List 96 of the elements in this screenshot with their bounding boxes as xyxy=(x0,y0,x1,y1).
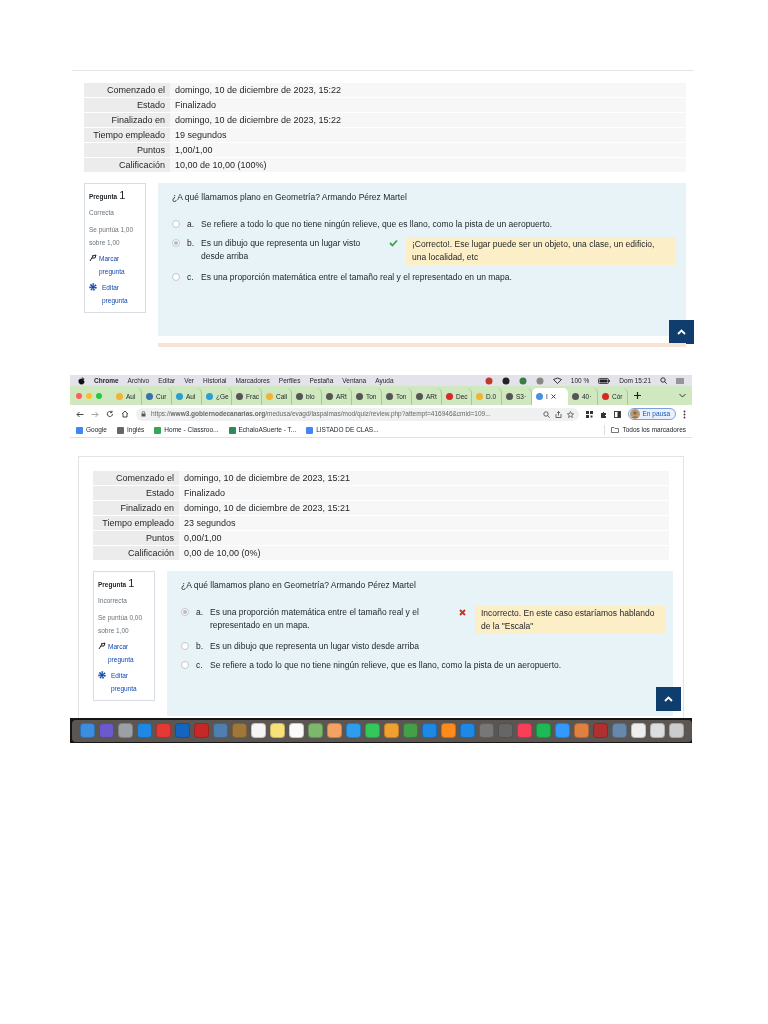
chevron-up-icon xyxy=(677,329,686,335)
summary-label: Puntos xyxy=(84,143,170,158)
app-icon[interactable] xyxy=(232,723,247,738)
app-icon[interactable] xyxy=(308,723,323,738)
app-icon[interactable] xyxy=(118,723,133,738)
lock-icon xyxy=(141,411,146,417)
home-icon[interactable] xyxy=(121,410,129,418)
app-icon[interactable] xyxy=(517,723,532,738)
app-icon[interactable] xyxy=(631,723,646,738)
share-icon[interactable] xyxy=(554,410,562,418)
summary-label: Finalizado en xyxy=(93,501,179,516)
option-text: Se refiere a todo lo que no tiene ningún relieve, que es llano, como la pista de un aeropuerto. xyxy=(201,217,553,231)
app-icon[interactable] xyxy=(251,723,266,738)
option-text: Es un dibujo que representa un lugar visto desde arriba xyxy=(210,639,419,653)
app-icon[interactable] xyxy=(536,723,551,738)
app-icon[interactable] xyxy=(669,723,684,738)
more-icon[interactable] xyxy=(683,409,686,419)
app-icon[interactable] xyxy=(289,723,304,738)
summary-label: Finalizado en xyxy=(84,113,170,128)
star-icon[interactable] xyxy=(566,410,574,418)
summary-label: Tiempo empleado xyxy=(93,516,179,531)
new-tab-icon[interactable] xyxy=(634,392,641,399)
search-icon[interactable] xyxy=(660,377,667,384)
app-icon[interactable] xyxy=(650,723,665,738)
summary-value: domingo, 10 de diciembre de 2023, 15:22 xyxy=(170,113,686,128)
summary-label: Comenzado el xyxy=(93,471,179,486)
app-icon[interactable] xyxy=(365,723,380,738)
back-icon[interactable] xyxy=(76,410,84,418)
avatar-icon xyxy=(629,409,640,419)
back-to-top-button[interactable] xyxy=(656,687,681,711)
app-icon[interactable] xyxy=(555,723,570,738)
app-icon[interactable] xyxy=(422,723,437,738)
summary-value: 0,00/1,00 xyxy=(179,531,669,546)
option-letter: c. xyxy=(196,658,204,672)
wifi-icon xyxy=(552,377,562,384)
zoom-icon[interactable] xyxy=(542,410,550,418)
app-icon[interactable] xyxy=(213,723,228,738)
option-letter: b. xyxy=(187,236,196,250)
chevron-up-icon xyxy=(664,696,673,702)
feedback-message: Incorrecto. En este caso estaríamos hablando de la "Escala" xyxy=(475,605,665,634)
question-text: ¿A qué llamamos plano en Geometría? Armando Pérez Martel xyxy=(181,579,417,592)
app-icon[interactable] xyxy=(384,723,399,738)
menu-icon[interactable] xyxy=(676,377,684,384)
feedback-message: ¡Correcto!. Ese lugar puede ser un objeto, una clase, un edificio, una localidad, etc xyxy=(406,236,676,265)
summary-label: Tiempo empleado xyxy=(84,128,170,143)
option-text: Es una proporción matemática entre el tamaño real y el representado en un mapa. xyxy=(201,270,512,284)
qr-code-icon[interactable] xyxy=(585,410,593,418)
flag-icon xyxy=(89,254,97,263)
summary-value: domingo, 10 de diciembre de 2023, 15:21 xyxy=(179,501,669,516)
summary-label: Estado xyxy=(84,98,170,113)
flag-icon xyxy=(98,642,106,651)
forward-icon[interactable] xyxy=(91,410,99,418)
chevron-down-icon[interactable] xyxy=(679,393,686,398)
app-icon[interactable] xyxy=(574,723,589,738)
option-letter: c. xyxy=(187,270,195,284)
summary-value: Finalizado xyxy=(179,486,669,501)
app-icon[interactable] xyxy=(156,723,171,738)
folder-icon xyxy=(611,427,620,433)
app-icon[interactable] xyxy=(441,723,456,738)
apple-icon xyxy=(78,376,85,385)
battery-icon xyxy=(598,377,611,384)
back-to-top-button[interactable] xyxy=(669,320,694,344)
summary-label: Estado xyxy=(93,486,179,501)
summary-value: domingo, 10 de diciembre de 2023, 15:21 xyxy=(179,471,669,486)
summary-label: Calificación xyxy=(84,158,170,173)
summary-value: 0,00 de 10,00 (0%) xyxy=(179,546,669,561)
option-text: Es un dibujo que representa un lugar visto desde arriba xyxy=(201,236,362,263)
option-text: Se refiere a todo lo que no tiene ningún relieve, que es llano, como la pista de un aeropuerto. xyxy=(210,658,562,672)
app-icon[interactable] xyxy=(403,723,418,738)
option-letter: a. xyxy=(196,605,205,619)
summary-value: 1,00/1,00 xyxy=(170,143,686,158)
summary-label: Calificación xyxy=(93,546,179,561)
summary-label: Puntos xyxy=(93,531,179,546)
question-text: ¿A qué llamamos plano en Geometría? Armando Pérez Martel xyxy=(172,191,408,204)
question-number: 1 xyxy=(128,576,135,591)
puzzle-icon[interactable] xyxy=(599,410,607,418)
summary-value: 10,00 de 10,00 (100%) xyxy=(170,158,686,173)
summary-value: 23 segundos xyxy=(179,516,669,531)
question-number: 1 xyxy=(119,188,126,203)
close-icon[interactable] xyxy=(550,394,556,399)
sidebar-icon[interactable] xyxy=(613,410,621,418)
summary-value: 19 segundos xyxy=(170,128,686,143)
option-letter: b. xyxy=(196,639,205,653)
reload-icon[interactable] xyxy=(106,410,114,418)
option-text: Es una proporción matemática entre el tamaño real y el representado en un mapa. xyxy=(210,605,420,632)
app-icon[interactable] xyxy=(346,723,361,738)
summary-value: domingo, 10 de diciembre de 2023, 15:22 xyxy=(170,83,686,98)
app-icon[interactable] xyxy=(270,723,285,738)
app-icon[interactable] xyxy=(460,723,475,738)
app-icon[interactable] xyxy=(327,723,342,738)
app-icon[interactable] xyxy=(137,723,152,738)
app-icon[interactable] xyxy=(80,723,95,738)
app-icon[interactable] xyxy=(612,723,627,738)
option-letter: a. xyxy=(187,217,196,231)
summary-label: Comenzado el xyxy=(84,83,170,98)
summary-value: Finalizado xyxy=(170,98,686,113)
